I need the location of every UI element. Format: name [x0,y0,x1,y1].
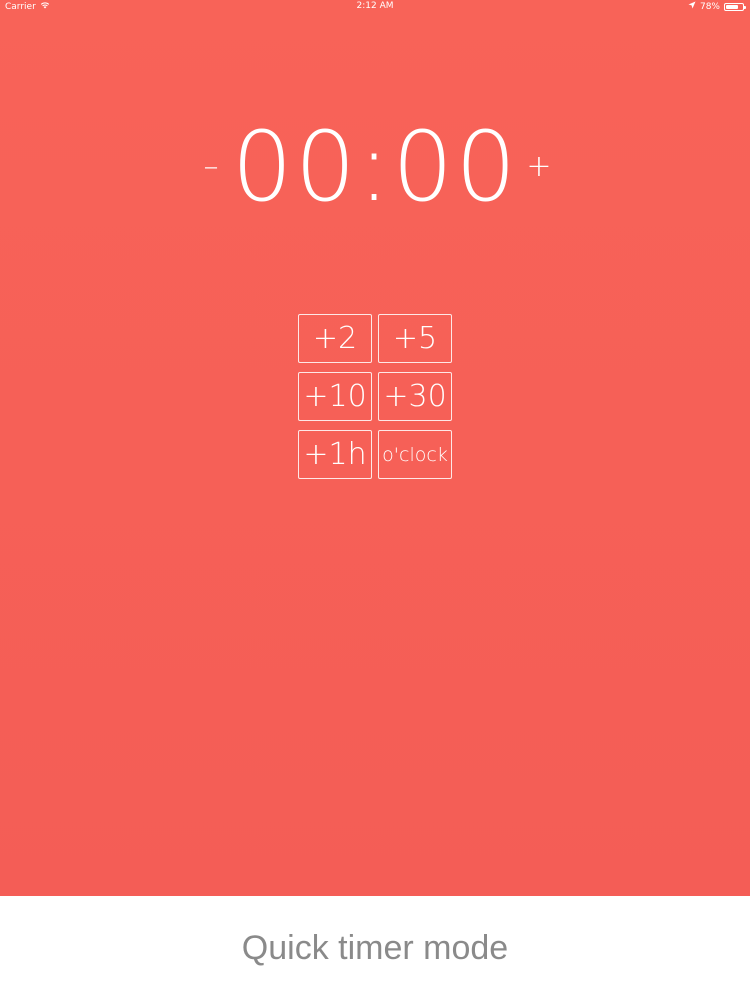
add-5-button[interactable]: +5 [378,314,452,363]
timer-display: 00:00 [231,111,519,223]
oclock-button[interactable]: o'clock [378,430,452,479]
battery-fill [726,4,738,9]
location-arrow-icon [688,1,696,12]
add-1h-button[interactable]: +1h [298,430,372,479]
mode-label: Quick timer mode [241,928,509,967]
battery-icon [724,2,746,11]
increase-time-button[interactable]: + [524,108,554,226]
status-time: 2:12 AM [356,1,394,11]
status-bar: Carrier 2:12 AM 78% [0,0,750,14]
quick-add-grid: +2 +5 +10 +30 +1h o'clock [298,314,452,479]
mode-toggle-bar[interactable]: Quick timer mode [0,896,750,1000]
screen: Carrier 2:12 AM 78% – 00:00 + +2 +5 +10 … [0,0,750,1000]
add-30-button[interactable]: +30 [378,372,452,421]
timer-row: – 00:00 + [0,108,750,228]
add-10-button[interactable]: +10 [298,372,372,421]
status-right: 78% [688,1,746,12]
timer-panel: Carrier 2:12 AM 78% – 00:00 + +2 +5 +10 … [0,0,750,896]
add-2-button[interactable]: +2 [298,314,372,363]
battery-percent: 78% [699,1,720,12]
battery-tip [744,5,746,9]
